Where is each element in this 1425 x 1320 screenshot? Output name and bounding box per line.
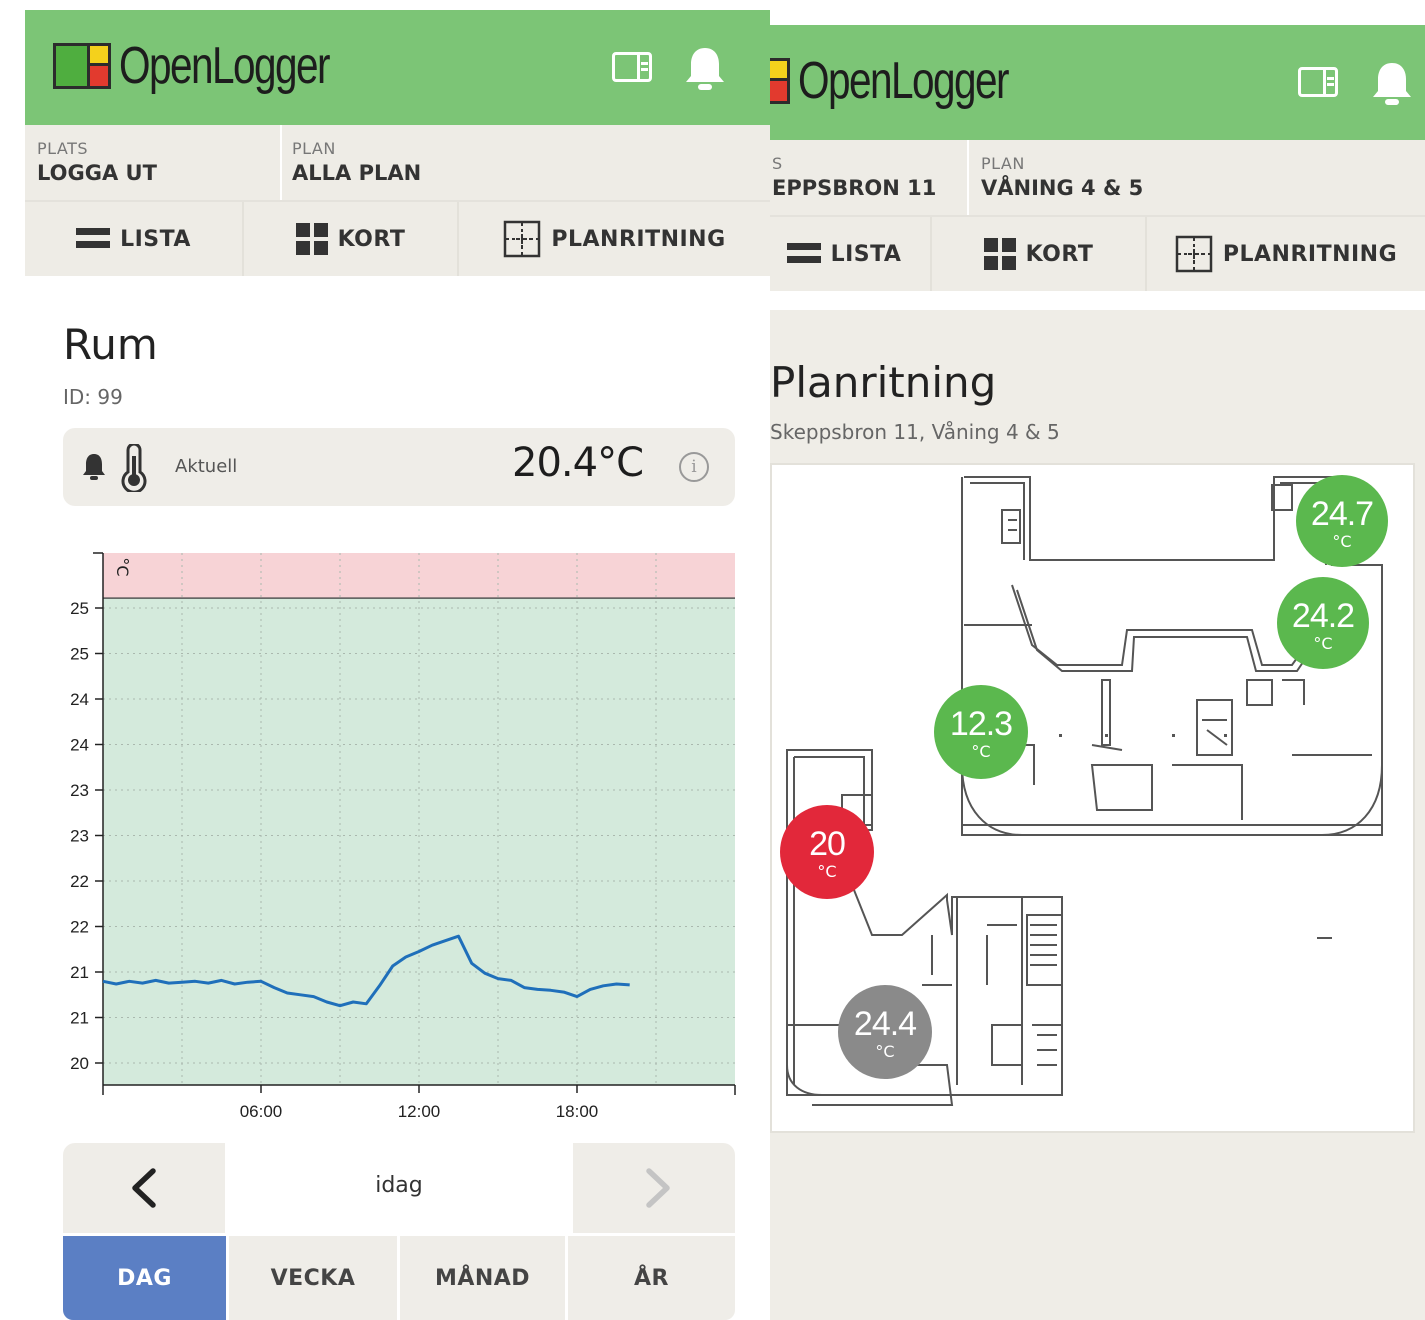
list-icon — [76, 228, 111, 250]
tab-planritning[interactable]: PLANRITNING — [1147, 217, 1425, 291]
room-id: ID: 99 — [63, 385, 123, 409]
tab-kort[interactable]: KORT — [244, 202, 457, 276]
date-label: idag — [375, 1173, 423, 1198]
prev-button[interactable] — [63, 1143, 225, 1233]
period-week-button[interactable]: VECKA — [229, 1236, 397, 1320]
tab-kort[interactable]: KORT — [932, 217, 1145, 291]
next-button[interactable] — [573, 1143, 735, 1233]
page-title: Planritning — [770, 358, 997, 407]
chevron-right-icon — [646, 1168, 670, 1208]
logo-icon — [53, 43, 113, 89]
sensor-marker[interactable]: 24.4 °C — [838, 985, 932, 1079]
chevron-left-icon — [132, 1168, 156, 1208]
plats-value: EPPSBRON 11 — [772, 176, 937, 200]
y-tick-label: 23 — [70, 781, 89, 800]
date-pager: idag — [63, 1143, 735, 1233]
list-icon — [786, 243, 821, 265]
sensor-marker[interactable]: 12.3 °C — [934, 685, 1028, 779]
y-axis-label: °C — [113, 557, 132, 576]
app-header: OpenLogger — [25, 10, 770, 125]
app-logo[interactable]: OpenLogger — [770, 52, 1067, 110]
thermometer-icon — [121, 444, 147, 492]
page-title: Rum — [63, 320, 158, 369]
room-detail-screen: OpenLogger PLATS LOGGA UT PLAN ALLA PLAN… — [25, 10, 770, 1320]
grid-icon — [295, 223, 328, 255]
tab-planritning[interactable]: PLANRITNING — [459, 202, 770, 276]
app-name: OpenLogger — [119, 37, 330, 95]
info-icon[interactable]: i — [679, 452, 709, 482]
bell-icon[interactable] — [683, 46, 727, 92]
temperature-chart: 25 25 24 24 23 23 22 22 21 21 20 06:00 12:00 18:00 °C — [70, 552, 736, 1121]
x-tick-label: 12:00 — [398, 1102, 441, 1121]
logo-icon — [770, 58, 792, 104]
plats-label: PLATS — [37, 139, 89, 158]
y-tick-label: 22 — [70, 918, 89, 937]
sensor-marker[interactable]: 24.2 °C — [1277, 577, 1369, 669]
floorplan-canvas[interactable]: 24.7 °C 24.2 °C 12.3 °C 20 °C 24.4 °C — [770, 463, 1415, 1133]
current-value: 20.4°C — [512, 440, 644, 486]
y-tick-label: 24 — [70, 736, 89, 755]
period-year-button[interactable]: ÅR — [568, 1236, 735, 1320]
period-selector: DAG VECKA MÅNAD ÅR — [63, 1236, 735, 1320]
x-tick-label: 06:00 — [240, 1102, 283, 1121]
tab-planritning-label: PLANRITNING — [551, 226, 726, 252]
y-tick-label: 22 — [70, 872, 89, 891]
tab-lista-label: LISTA — [120, 226, 191, 252]
y-tick-label: 21 — [70, 1009, 89, 1028]
plats-selector[interactable]: S EPPSBRON 11 — [770, 140, 967, 215]
panel-toggle-icon[interactable] — [1298, 67, 1338, 97]
plats-selector[interactable]: PLATS LOGGA UT — [25, 125, 280, 200]
plan-label: PLAN — [981, 154, 1025, 173]
app-name: OpenLogger — [798, 52, 1009, 110]
y-tick-label: 24 — [70, 690, 89, 709]
tab-lista-label: LISTA — [830, 241, 902, 267]
plan-selector[interactable]: PLAN VÅNING 4 & 5 — [969, 140, 1425, 215]
period-month-button[interactable]: MÅNAD — [400, 1236, 565, 1320]
tab-kort-label: KORT — [337, 226, 406, 252]
view-tabs: LISTA KORT PLANRITNING — [25, 200, 770, 276]
y-tick-label: 23 — [70, 827, 89, 846]
y-tick-label: 21 — [70, 963, 89, 982]
y-tick-label: 25 — [70, 645, 89, 664]
tab-planritning-label: PLANRITNING — [1222, 241, 1398, 267]
bell-icon[interactable] — [1370, 61, 1414, 107]
view-tabs: LISTA KORT PLANRITNING — [770, 215, 1425, 291]
app-logo[interactable]: OpenLogger — [53, 37, 388, 95]
grid-icon — [983, 238, 1016, 270]
y-tick-label: 25 — [70, 599, 89, 618]
bell-icon — [83, 454, 105, 480]
panel-toggle-icon[interactable] — [612, 52, 652, 82]
app-header: OpenLogger — [770, 25, 1425, 140]
plan-label: PLAN — [292, 139, 336, 158]
tab-lista[interactable]: LISTA — [770, 217, 930, 291]
tab-kort-label: KORT — [1025, 241, 1094, 267]
y-tick-label: 20 — [70, 1054, 89, 1073]
location-bar: S EPPSBRON 11 PLAN VÅNING 4 & 5 — [770, 140, 1425, 215]
floorplan-panel: Planritning Skeppsbron 11, Våning 4 & 5 — [770, 310, 1425, 1320]
period-day-button[interactable]: DAG — [63, 1236, 226, 1320]
tab-lista[interactable]: LISTA — [25, 202, 242, 276]
sensor-marker[interactable]: 20 °C — [780, 805, 874, 899]
page-subtitle: Skeppsbron 11, Våning 4 & 5 — [770, 420, 1060, 444]
x-tick-label: 18:00 — [556, 1102, 599, 1121]
location-bar: PLATS LOGGA UT PLAN ALLA PLAN — [25, 125, 770, 200]
floorplan-icon — [504, 220, 541, 258]
sensor-marker[interactable]: 24.7 °C — [1296, 475, 1388, 567]
current-reading: Aktuell 20.4°C i — [63, 428, 735, 506]
plan-value: VÅNING 4 & 5 — [981, 176, 1144, 200]
floorplan-screen: OpenLogger S EPPSBRON 11 PLAN VÅNING 4 &… — [770, 25, 1425, 1320]
plats-value: LOGGA UT — [37, 161, 157, 185]
plats-label: S — [772, 154, 783, 173]
floorplan-icon — [1175, 235, 1213, 273]
current-label: Aktuell — [175, 456, 238, 477]
plan-selector[interactable]: PLAN ALLA PLAN — [280, 125, 770, 200]
plan-value: ALLA PLAN — [292, 161, 422, 185]
